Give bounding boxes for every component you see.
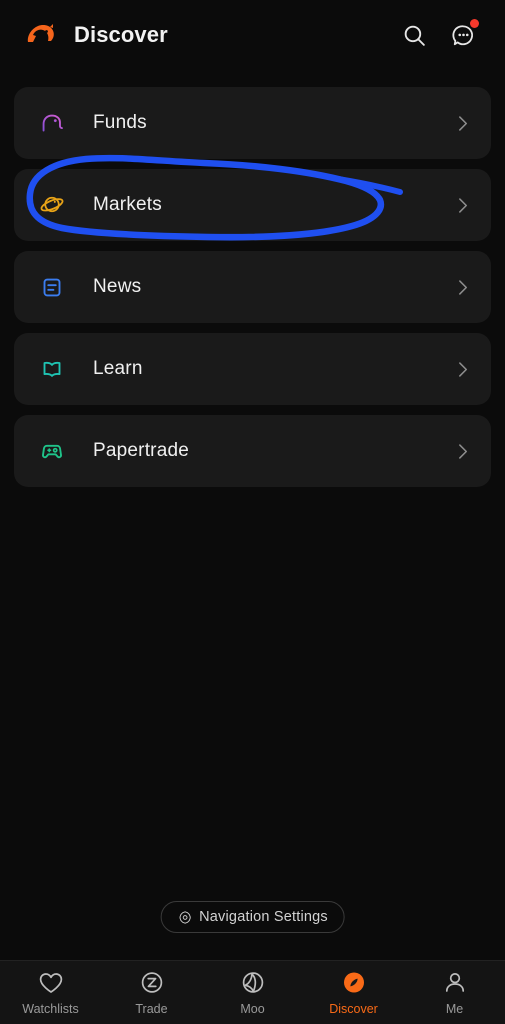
gamepad-icon [36, 435, 68, 467]
nav-label: Moo [240, 1002, 265, 1016]
app-header: Discover [0, 0, 505, 70]
menu-item-label: Papertrade [93, 440, 190, 461]
nav-label: Me [445, 1002, 464, 1016]
bottom-navigation-bar: Watchlists Trade Moo Discover Me [0, 960, 505, 1024]
menu-item-label: Markets [93, 194, 162, 215]
menu-item-label: Learn [93, 358, 143, 379]
chevron-right-icon [455, 194, 471, 216]
moomoo-bull-logo-icon [24, 20, 58, 50]
menu-item-markets[interactable]: Markets [14, 169, 491, 241]
discover-screen: Discover Funds Markets News Learn Papert… [0, 0, 505, 1024]
person-icon [440, 968, 470, 998]
document-icon [36, 271, 68, 303]
nav-item-watchlists[interactable]: Watchlists [0, 968, 101, 1016]
compass-icon [339, 968, 369, 998]
menu-item-label: Funds [93, 112, 147, 133]
nav-label: Discover [329, 1002, 378, 1016]
search-button[interactable] [394, 15, 434, 55]
elephant-icon [36, 107, 68, 139]
open-book-icon [36, 353, 68, 385]
messages-button[interactable] [443, 15, 483, 55]
navigation-settings-button[interactable]: Navigation Settings [160, 901, 345, 933]
menu-item-news[interactable]: News [14, 251, 491, 323]
moo-moon-icon [238, 968, 268, 998]
trade-z-icon [137, 968, 167, 998]
menu-item-learn[interactable]: Learn [14, 333, 491, 405]
chevron-right-icon [455, 112, 471, 134]
chevron-right-icon [455, 358, 471, 380]
nav-label: Trade [135, 1002, 168, 1016]
menu-item-label: News [93, 276, 142, 297]
nav-label: Watchlists [22, 1002, 79, 1016]
planet-icon [36, 189, 68, 221]
discover-menu-list: Funds Markets News Learn Papertrade [14, 87, 491, 497]
heart-icon [36, 968, 66, 998]
navigation-settings-label: Navigation Settings [199, 909, 328, 925]
nav-item-trade[interactable]: Trade [101, 968, 202, 1016]
page-title: Discover [74, 22, 168, 47]
menu-item-funds[interactable]: Funds [14, 87, 491, 159]
gear-icon [177, 910, 192, 925]
chevron-right-icon [455, 440, 471, 462]
search-icon [404, 25, 425, 46]
nav-item-moo[interactable]: Moo [202, 968, 303, 1016]
nav-item-discover[interactable]: Discover [303, 968, 404, 1016]
chevron-right-icon [455, 276, 471, 298]
menu-item-papertrade[interactable]: Papertrade [14, 415, 491, 487]
notification-badge [470, 19, 479, 28]
nav-item-me[interactable]: Me [404, 968, 505, 1016]
